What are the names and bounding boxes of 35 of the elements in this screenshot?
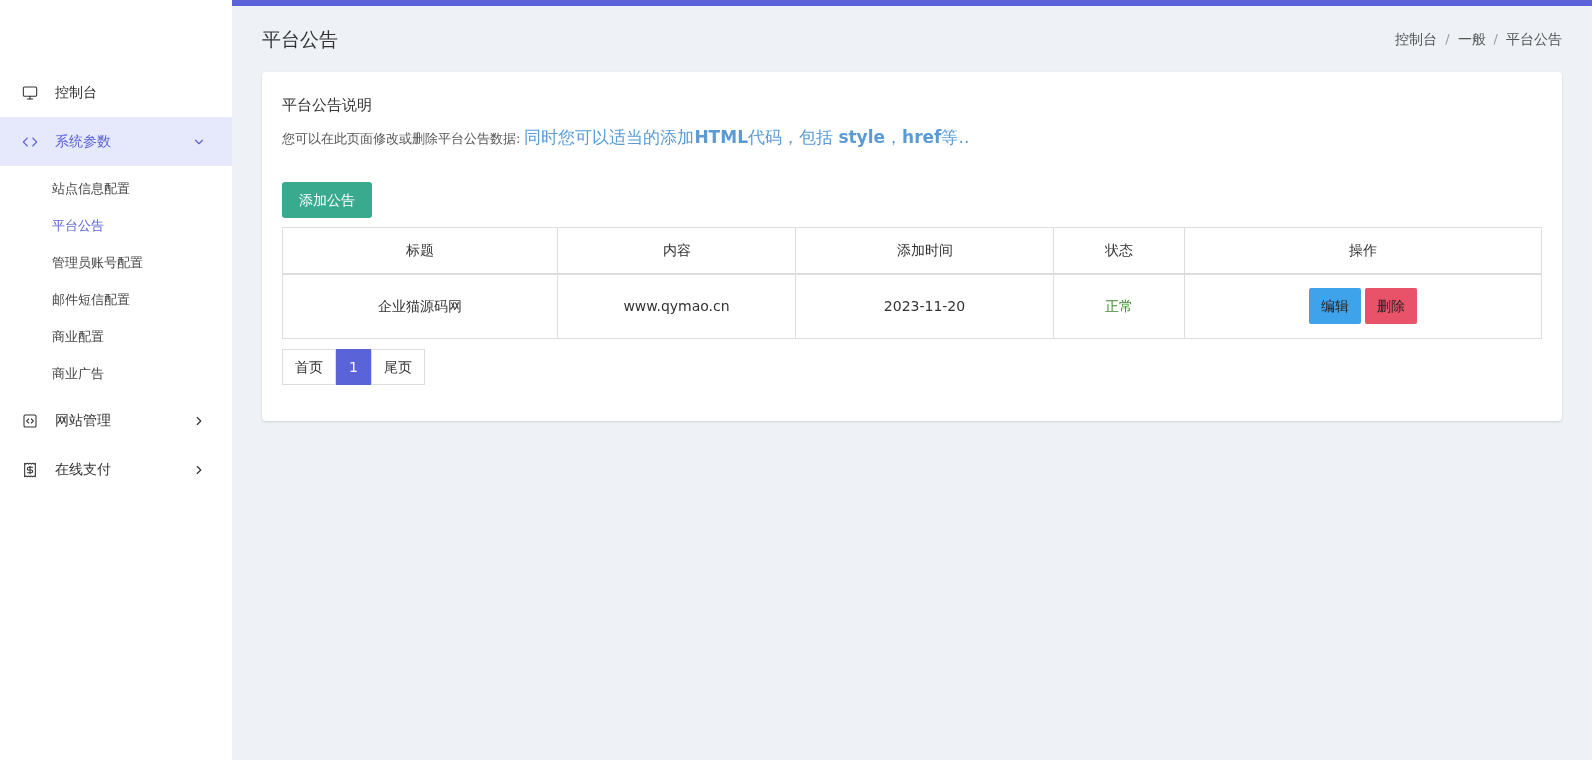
card-title: 平台公告说明 xyxy=(282,95,373,116)
table-cell: 企业猫源码网 xyxy=(282,273,558,339)
submenu-item[interactable]: 邮件短信配置 xyxy=(0,281,232,318)
pagination-button[interactable]: 尾页 xyxy=(370,349,425,385)
breadcrumb-separator: / xyxy=(1445,30,1450,49)
column-header: 状态 xyxy=(1053,227,1185,274)
submenu-item[interactable]: 商业配置 xyxy=(0,318,232,355)
description-text: 您可以在此页面修改或删除平台公告数据: 同时您可以适当的添加HTML代码，包括 style，href等.. xyxy=(282,125,971,149)
delete-button[interactable]: 删除 xyxy=(1365,288,1417,325)
table-cell: www.qymao.cn xyxy=(557,273,796,339)
code-square-icon xyxy=(22,412,38,429)
pagination-button[interactable]: 1 xyxy=(336,349,371,385)
column-header: 标题 xyxy=(282,227,558,274)
column-header: 添加时间 xyxy=(795,227,1054,274)
breadcrumb-separator: / xyxy=(1493,30,1498,49)
sidebar-item[interactable]: 控制台 xyxy=(0,68,232,117)
monitor-icon xyxy=(22,84,38,101)
status-cell: 正常 xyxy=(1053,273,1185,339)
page-title: 平台公告 xyxy=(262,26,338,52)
column-header: 操作 xyxy=(1184,227,1542,274)
sidebar-item[interactable]: 系统参数 xyxy=(0,117,232,166)
submenu-item[interactable]: 商业广告 xyxy=(0,355,232,392)
table-cell: 2023-11-20 xyxy=(795,273,1054,339)
column-header: 内容 xyxy=(557,227,796,274)
breadcrumb-item[interactable]: 一般 xyxy=(1457,28,1486,50)
dollar-box-icon xyxy=(22,461,38,478)
pagination-button[interactable]: 首页 xyxy=(282,349,336,385)
breadcrumb-item[interactable]: 平台公告 xyxy=(1506,28,1562,50)
breadcrumb-item[interactable]: 控制台 xyxy=(1395,28,1438,50)
sidebar-item[interactable]: 网站管理 xyxy=(0,396,232,445)
submenu-item[interactable]: 站点信息配置 xyxy=(0,170,232,207)
submenu-item[interactable]: 平台公告 xyxy=(0,207,232,244)
sidebar-item[interactable]: 在线支付 xyxy=(0,445,232,494)
edit-button[interactable]: 编辑 xyxy=(1309,288,1361,325)
submenu-item[interactable]: 管理员账号配置 xyxy=(0,244,232,281)
